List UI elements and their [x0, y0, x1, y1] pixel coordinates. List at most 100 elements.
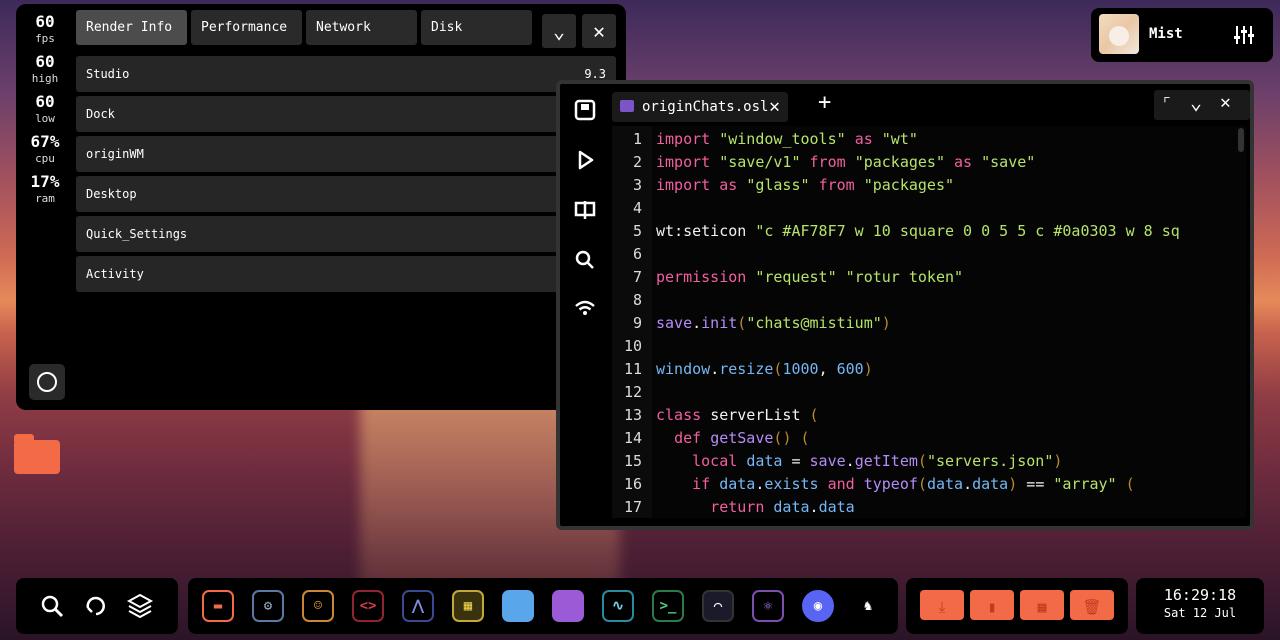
tab-origin-chats[interactable]: originChats.osl ✕	[612, 92, 788, 122]
code-editor-window: originChats.osl ✕ + ⌜ ⌄ ✕ 1 import "windo…	[556, 80, 1254, 530]
code-line: 15 local data = save.getItem("servers.js…	[612, 450, 1246, 473]
code-area[interactable]: 1 import "window_tools" as "wt" 2 import "s…	[612, 126, 1246, 518]
trash-icon[interactable]: 🗑	[1070, 590, 1114, 620]
wave-icon[interactable]: ⋀	[402, 590, 434, 622]
robot-icon[interactable]: ♞	[852, 590, 884, 622]
tab-performance[interactable]: Performance	[191, 10, 302, 45]
tab-close-icon[interactable]: ✕	[769, 92, 780, 122]
curve-icon[interactable]: ⌒	[702, 590, 734, 622]
code-text: def getSave() (	[674, 429, 810, 447]
line-number: 9	[632, 314, 642, 332]
search-icon[interactable]	[38, 592, 66, 620]
process-list: Studio 9.3 Dock originWM Desktop Quick_Se…	[76, 56, 616, 296]
layers-icon[interactable]	[126, 592, 154, 620]
window-icon[interactable]	[573, 198, 597, 222]
line-number: 4	[632, 199, 642, 217]
list-item[interactable]: Activity	[76, 256, 616, 292]
search-icon[interactable]	[573, 248, 597, 272]
line-number: 14	[623, 429, 642, 447]
code-line: 12	[612, 381, 1246, 404]
code-line: 13 class serverList (	[612, 404, 1246, 427]
clock-widget[interactable]: 16:29:18 Sat 12 Jul	[1136, 578, 1264, 634]
user-name: Mist	[1149, 26, 1183, 42]
maximize-icon[interactable]: ⌜	[1162, 93, 1172, 112]
contacts-icon[interactable]: ☺	[302, 590, 334, 622]
code-text: import "window_tools" as "wt"	[656, 130, 918, 148]
refresh-icon[interactable]	[82, 592, 110, 620]
pulse-icon[interactable]: ∿	[602, 590, 634, 622]
line-number: 17	[623, 498, 642, 516]
save-icon[interactable]	[573, 98, 597, 122]
code-line: 11 window.resize(1000, 600)	[612, 358, 1246, 381]
dock-apps: ▬ ⚙ ☺ <> ⋀ ▦ ∿ >_ ⌒ ⚛ ◉ ♞	[188, 578, 898, 634]
list-item[interactable]: Studio 9.3	[76, 56, 616, 92]
document-icon[interactable]: ▮	[970, 590, 1014, 620]
collapse-button[interactable]: ⌄	[542, 14, 576, 48]
tab-bar: Render Info Performance Network Disk	[76, 10, 532, 45]
widgets-icon[interactable]: ▦	[452, 590, 484, 622]
tab-render-info[interactable]: Render Info	[76, 10, 187, 45]
code-line: 4	[612, 197, 1246, 220]
chat-icon[interactable]	[502, 590, 534, 622]
code-line: 2 import "save/v1" from "packages" as "sa…	[612, 151, 1246, 174]
dock-folders: ⤓ ▮ ▦ 🗑	[906, 578, 1128, 634]
grid-icon[interactable]: ▦	[1020, 590, 1064, 620]
download-icon[interactable]: ⤓	[920, 590, 964, 620]
code-line: 9 save.init("chats@mistium")	[612, 312, 1246, 335]
line-number: 1	[632, 130, 642, 148]
code-line: 6	[612, 243, 1246, 266]
code-line: 10	[612, 335, 1246, 358]
stats-column: 60 fps 60 high 60 low 67% cpu 17% ram	[16, 12, 74, 212]
wifi-icon[interactable]	[573, 296, 597, 320]
clock-date: Sat 12 Jul	[1163, 606, 1237, 620]
line-number: 6	[632, 245, 642, 263]
power-button[interactable]	[29, 364, 65, 400]
line-number: 5	[632, 222, 642, 240]
line-number: 3	[632, 176, 642, 194]
chevron-down-icon[interactable]: ⌄	[1190, 90, 1202, 114]
stat-high: 60 high	[31, 52, 59, 85]
line-number: 2	[632, 153, 642, 171]
clock-time: 16:29:18	[1163, 586, 1237, 604]
render-info-window: 60 fps 60 high 60 low 67% cpu 17% ram Render …	[16, 4, 626, 410]
list-item[interactable]: Desktop	[76, 176, 616, 212]
close-icon: ✕	[592, 19, 606, 43]
line-number: 12	[623, 383, 642, 401]
code-line: 7 permission "request" "rotur token"	[612, 266, 1246, 289]
code-text: save.init("chats@mistium")	[656, 314, 891, 332]
list-item[interactable]: Dock	[76, 96, 616, 132]
line-number: 16	[623, 475, 642, 493]
stat-ram: 17% ram	[30, 172, 60, 205]
close-icon[interactable]: ✕	[1220, 92, 1231, 113]
editor-window-controls: ⌜ ⌄ ✕	[1154, 90, 1250, 120]
line-number: 8	[632, 291, 642, 309]
user-widget[interactable]: Mist	[1091, 8, 1273, 62]
code-text: if data.exists and typeof(data.data) == …	[692, 475, 1135, 493]
desktop-folder-icon[interactable]	[14, 434, 60, 474]
tab-disk[interactable]: Disk	[421, 10, 532, 45]
line-number: 15	[623, 452, 642, 470]
list-item[interactable]: originWM	[76, 136, 616, 172]
dock-tools	[16, 578, 178, 634]
code-line: 17 return data.data	[612, 496, 1246, 518]
settings-sliders-icon[interactable]	[1233, 24, 1255, 46]
tab-network[interactable]: Network	[306, 10, 417, 45]
line-number: 10	[623, 337, 642, 355]
editor-sidebar	[560, 84, 610, 526]
code-line: 5 wt:seticon "c #AF78F7 w 10 square 0 0 5…	[612, 220, 1246, 243]
line-number: 13	[623, 406, 642, 424]
discord-icon[interactable]: ◉	[802, 590, 834, 622]
code-icon[interactable]: <>	[352, 590, 384, 622]
atom-icon[interactable]: ⚛	[752, 590, 784, 622]
run-icon[interactable]	[573, 148, 597, 172]
close-button[interactable]: ✕	[582, 14, 616, 48]
terminal-icon[interactable]: >_	[652, 590, 684, 622]
code-text: import "save/v1" from "packages" as "sav…	[656, 153, 1036, 171]
folder-icon[interactable]: ▬	[202, 590, 234, 622]
new-tab-icon[interactable]: +	[818, 90, 831, 115]
settings-icon[interactable]: ⚙	[252, 590, 284, 622]
list-item[interactable]: Quick_Settings	[76, 216, 616, 252]
message-icon[interactable]	[552, 590, 584, 622]
code-line: 3 import as "glass" from "packages"	[612, 174, 1246, 197]
line-number: 11	[623, 360, 642, 378]
